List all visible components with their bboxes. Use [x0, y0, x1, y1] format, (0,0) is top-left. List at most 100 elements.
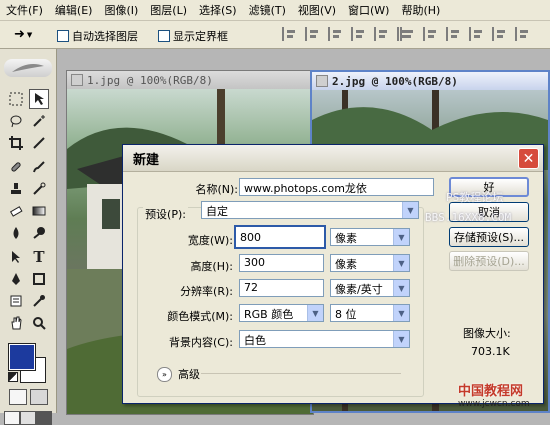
- quick-mask-mode-icon[interactable]: [30, 389, 48, 405]
- type-tool-icon[interactable]: T: [29, 247, 49, 267]
- resolution-field[interactable]: 72: [239, 279, 324, 297]
- foreground-color-swatch[interactable]: [8, 343, 36, 371]
- width-label: 宽度(W):: [187, 234, 233, 247]
- auto-select-layer-checkbox[interactable]: 自动选择图层: [57, 28, 138, 44]
- screen-mode-full-icon[interactable]: [36, 411, 52, 425]
- align-hcenter-icon[interactable]: [374, 27, 390, 41]
- height-field[interactable]: 300: [239, 254, 324, 272]
- height-unit-value: 像素: [335, 258, 357, 271]
- height-unit-select[interactable]: 像素 ▼: [330, 254, 410, 272]
- distribute-buttons-group: [400, 27, 531, 41]
- move-tool-icon[interactable]: [29, 89, 49, 109]
- move-tool-preset-picker[interactable]: ➜ ▼: [14, 27, 32, 42]
- menu-item-2[interactable]: 图像(I): [98, 2, 144, 18]
- resolution-unit-value: 像素/英寸: [335, 283, 383, 296]
- menu-item-4[interactable]: 选择(S): [193, 2, 243, 18]
- dodge-tool-icon[interactable]: [29, 223, 49, 243]
- default-colors-icon[interactable]: [8, 372, 18, 382]
- align-vcenter-icon[interactable]: [305, 27, 321, 41]
- path-selection-tool-icon[interactable]: [6, 247, 26, 267]
- menu-item-1[interactable]: 编辑(E): [49, 2, 99, 18]
- hand-tool-icon[interactable]: [6, 313, 26, 333]
- shape-tool-icon[interactable]: [29, 269, 49, 289]
- align-buttons-group: [282, 27, 413, 41]
- marquee-tool-icon[interactable]: [6, 89, 26, 109]
- feather-logo-icon: [4, 59, 52, 77]
- distribute-bottom-icon[interactable]: [446, 27, 462, 41]
- zoom-tool-icon[interactable]: [29, 313, 49, 333]
- chevron-down-icon: ▼: [402, 202, 418, 218]
- blur-tool-icon[interactable]: [6, 223, 26, 243]
- chevron-down-icon: ▼: [393, 331, 409, 347]
- menu-bar: 文件(F) 编辑(E) 图像(I) 图层(L) 选择(S) 滤镜(T) 视图(V) 窗口(W)…: [0, 0, 550, 21]
- dialog-title-bar: 新建: [123, 145, 543, 172]
- chevron-down-icon: ▼: [393, 305, 409, 321]
- document-icon: [316, 75, 328, 87]
- color-mode-select[interactable]: RGB 颜色 ▼: [239, 304, 324, 322]
- menu-item-0[interactable]: 文件(F): [0, 2, 49, 18]
- screen-mode-full-menu-icon[interactable]: [20, 411, 36, 425]
- preset-value: 自定: [206, 205, 228, 218]
- width-field[interactable]: 800: [234, 225, 326, 249]
- width-unit-value: 像素: [335, 232, 357, 245]
- document-title-bar: 1.jpg @ 100%(RGB/8): [67, 71, 313, 89]
- forum-watermark: PS教程论坛: [446, 191, 504, 204]
- clone-stamp-tool-icon[interactable]: [6, 179, 26, 199]
- distribute-vcenter-icon[interactable]: [423, 27, 439, 41]
- chevron-down-icon: ▼: [26, 30, 33, 39]
- delete-preset-button[interactable]: 删除预设(D)...: [449, 251, 529, 271]
- bit-depth-select[interactable]: 8 位 ▼: [330, 304, 410, 322]
- distribute-left-icon[interactable]: [469, 27, 485, 41]
- crop-tool-icon[interactable]: [6, 133, 26, 153]
- forum-url-watermark: BBS.16XX8.COM: [425, 211, 512, 224]
- chevron-double-down-icon: »: [157, 366, 172, 382]
- eyedropper-tool-icon[interactable]: [29, 291, 49, 311]
- color-mode-value: RGB 颜色: [244, 308, 294, 321]
- notes-tool-icon[interactable]: [6, 291, 26, 311]
- chevron-down-icon: ▼: [393, 255, 409, 271]
- name-field[interactable]: www.photops.com龙依: [239, 178, 434, 196]
- site-logo-watermark: 中国教程网 www.jcwcn.com: [458, 380, 530, 409]
- align-left-icon[interactable]: [351, 27, 367, 41]
- pen-tool-icon[interactable]: [6, 269, 26, 289]
- name-label: 名称(N):: [195, 183, 238, 196]
- eraser-tool-icon[interactable]: [6, 201, 26, 221]
- resolution-unit-select[interactable]: 像素/英寸 ▼: [330, 279, 410, 297]
- width-unit-select[interactable]: 像素 ▼: [330, 228, 410, 246]
- history-brush-tool-icon[interactable]: [29, 179, 49, 199]
- brush-tool-icon[interactable]: [29, 157, 49, 177]
- menu-item-5[interactable]: 滤镜(T): [243, 2, 292, 18]
- menu-item-8[interactable]: 帮助(H): [395, 2, 446, 18]
- site-logo-text: 中国教程网: [458, 384, 524, 399]
- screen-mode-standard-icon[interactable]: [4, 411, 20, 425]
- preset-select[interactable]: 自定 ▼: [201, 201, 419, 219]
- new-document-dialog: 新建 ✕ 名称(N): www.photops.com龙依 预设(P): 自定 …: [122, 144, 544, 404]
- menu-item-7[interactable]: 窗口(W): [342, 2, 395, 18]
- background-contents-select[interactable]: 白色 ▼: [239, 330, 410, 348]
- save-preset-button[interactable]: 存储预设(S)...: [449, 227, 529, 247]
- site-logo-url: www.jcwcn.com: [458, 399, 530, 409]
- auto-select-label: 自动选择图层: [72, 30, 138, 43]
- slice-tool-icon[interactable]: [29, 133, 49, 153]
- distribute-right-icon[interactable]: [515, 27, 531, 41]
- align-top-icon[interactable]: [282, 27, 298, 41]
- distribute-top-icon[interactable]: [400, 27, 416, 41]
- healing-brush-tool-icon[interactable]: [6, 157, 26, 177]
- lasso-tool-icon[interactable]: [6, 111, 26, 131]
- standard-mode-icon[interactable]: [9, 389, 27, 405]
- background-contents-value: 白色: [244, 334, 266, 347]
- menu-item-6[interactable]: 视图(V): [292, 2, 342, 18]
- toolbox: T: [0, 49, 57, 425]
- document-icon: [71, 74, 83, 86]
- gradient-tool-icon[interactable]: [29, 201, 49, 221]
- magic-wand-tool-icon[interactable]: [29, 111, 49, 131]
- show-transform-controls-checkbox[interactable]: 显示定界框: [158, 28, 228, 44]
- menu-item-3[interactable]: 图层(L): [144, 2, 193, 18]
- close-button[interactable]: ✕: [518, 148, 539, 169]
- distribute-hcenter-icon[interactable]: [492, 27, 508, 41]
- chevron-down-icon: ▼: [307, 305, 323, 321]
- chevron-down-icon: ▼: [393, 280, 409, 296]
- align-bottom-icon[interactable]: [328, 27, 344, 41]
- document-title: 2.jpg @ 100%(RGB/8): [332, 74, 458, 88]
- advanced-toggle[interactable]: » 高级: [157, 366, 200, 382]
